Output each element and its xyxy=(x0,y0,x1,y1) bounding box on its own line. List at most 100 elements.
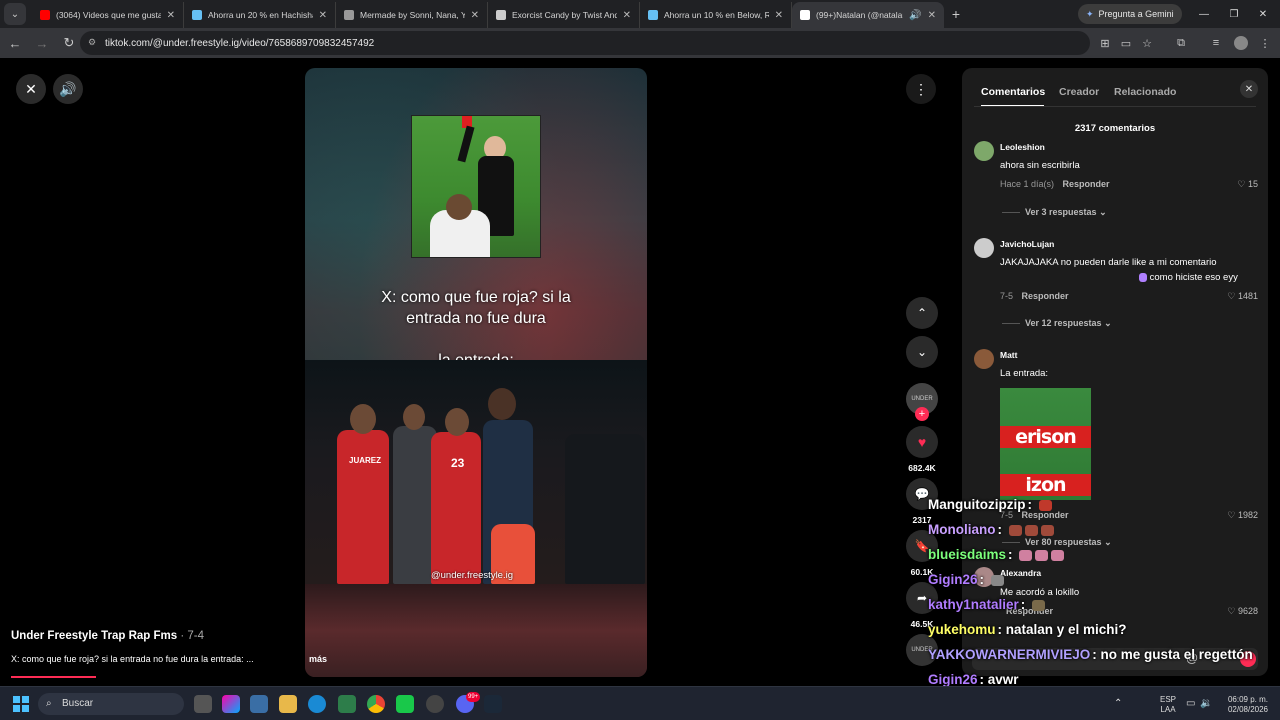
comment-image[interactable]: erison izon xyxy=(1000,388,1091,500)
task-view-icon[interactable] xyxy=(194,695,212,713)
image-banner-text: erison xyxy=(1000,426,1091,448)
avatar[interactable] xyxy=(974,238,994,258)
extensions-icon[interactable]: ⧉ xyxy=(1170,29,1192,57)
creator-name[interactable]: Under Freestyle Trap Rap Fms xyxy=(11,630,177,642)
comment-like-button[interactable]: ♡ 15 xyxy=(1237,179,1258,190)
close-tab-icon[interactable]: ✕ xyxy=(319,10,327,21)
view-replies-button[interactable]: Ver 3 respuestas ⌄ xyxy=(1002,207,1107,218)
comment-like-button[interactable]: ♡ 1481 xyxy=(1227,291,1258,302)
bandcamp-favicon-icon xyxy=(344,10,354,20)
chat-text: avwr xyxy=(987,672,1019,687)
windows-start-icon[interactable] xyxy=(13,696,29,712)
browser-tab[interactable]: Exorcist Candy by Twist And Sc ✕ xyxy=(488,2,640,28)
close-tab-icon[interactable]: ✕ xyxy=(167,10,175,21)
close-tab-icon[interactable]: ✕ xyxy=(471,10,479,21)
view-replies-button[interactable]: Ver 12 respuestas ⌄ xyxy=(1002,318,1112,329)
clock[interactable]: 06:09 p. m. 02/08/2026 xyxy=(1224,695,1272,715)
volume-icon[interactable]: 🔉 xyxy=(1200,699,1212,709)
profile-avatar[interactable] xyxy=(1230,29,1252,57)
comment-username[interactable]: Leoleshion xyxy=(1000,142,1045,152)
follow-plus-icon[interactable]: + xyxy=(915,407,929,421)
tab-comments[interactable]: Comentarios xyxy=(981,86,1045,98)
tab-related[interactable]: Relacionado xyxy=(1114,86,1176,98)
new-tab-button[interactable]: + xyxy=(944,6,968,22)
tab-title: Ahorra un 10 % en Below, Rust xyxy=(664,10,769,20)
reply-button[interactable]: Responder xyxy=(1022,291,1069,301)
comment-username[interactable]: Matt xyxy=(1000,350,1017,360)
player-head-shape xyxy=(446,194,472,220)
comment-count-label: 2317 comentarios xyxy=(1074,123,1156,134)
comment-text: JAKAJAJAKA no pueden darle like a mi com… xyxy=(1000,257,1217,268)
video-top-text: X: como que fue roja? si la entrada no f… xyxy=(381,289,571,327)
next-video-button[interactable]: ⌄ xyxy=(906,336,938,368)
browser-tab[interactable]: Ahorra un 20 % en Hachishaku ✕ xyxy=(184,2,336,28)
close-tab-icon[interactable]: ✕ xyxy=(775,10,783,21)
site-info-icon[interactable]: ⚙ xyxy=(88,37,99,48)
close-tab-icon[interactable]: ✕ xyxy=(623,10,631,21)
translate-icon[interactable]: ⊞ xyxy=(1094,29,1116,57)
browser-menu-icon[interactable]: ⋮ xyxy=(1254,29,1276,57)
close-panel-button[interactable]: ✕ xyxy=(1240,80,1258,98)
video-caption-title[interactable]: Under Freestyle Trap Rap Fms · 7-4 xyxy=(11,630,204,642)
like-count: 682.4K xyxy=(908,463,936,473)
network-icon[interactable]: ▭ xyxy=(1186,699,1195,709)
avatar[interactable] xyxy=(974,349,994,369)
close-tab-icon[interactable]: ✕ xyxy=(928,10,936,21)
browser-tab[interactable]: Mermade by Sonni, Nana, Yeup ✕ xyxy=(336,2,488,28)
copilot-icon[interactable] xyxy=(222,695,240,713)
previous-video-button[interactable]: ⌃ xyxy=(906,297,938,329)
store-icon[interactable] xyxy=(250,695,268,713)
reply-button[interactable]: Responder xyxy=(1063,179,1110,189)
tab-title: Mermade by Sonni, Nana, Yeup xyxy=(360,10,465,20)
chat-username: blueisdaims xyxy=(928,547,1007,562)
tab-creator[interactable]: Creador xyxy=(1059,86,1099,98)
browser-tab[interactable]: Ahorra un 10 % en Below, Rust ✕ xyxy=(640,2,792,28)
kick-icon[interactable] xyxy=(396,695,414,713)
media-controls-icon[interactable]: ≡ xyxy=(1205,29,1227,57)
bookmark-star-icon[interactable]: ☆ xyxy=(1136,29,1158,57)
close-window-button[interactable]: ✕ xyxy=(1246,0,1280,28)
chat-text: no me gusta el regettón xyxy=(1100,647,1253,662)
image-banner-text: izon xyxy=(1000,474,1091,496)
taskbar-search[interactable]: ⌕ Buscar xyxy=(38,693,184,715)
obs-icon[interactable] xyxy=(426,695,444,713)
back-button[interactable]: ← xyxy=(3,31,27,55)
emoji-icon xyxy=(1139,272,1147,282)
minimize-button[interactable]: — xyxy=(1187,0,1221,28)
excel-icon[interactable] xyxy=(338,695,356,713)
edge-icon[interactable] xyxy=(308,695,326,713)
gemini-button[interactable]: ✦ Pregunta a Gemini xyxy=(1078,4,1182,24)
language-indicator[interactable]: ESP LAA xyxy=(1158,695,1178,715)
comment-like-button[interactable]: ♡ 9628 xyxy=(1227,606,1258,617)
more-options-button[interactable]: ⋮ xyxy=(906,74,936,104)
tiktok-favicon-icon xyxy=(800,10,810,20)
browser-tab[interactable]: (3064) Videos que me gustan - ✕ xyxy=(32,2,184,28)
speaker-icon[interactable]: 🔊 xyxy=(909,10,921,21)
more-link[interactable]: más xyxy=(309,654,327,664)
chat-text: natalan y el michi? xyxy=(1005,622,1127,637)
cast-icon[interactable]: ▭ xyxy=(1115,29,1137,57)
comment-like-button[interactable]: ♡ 1982 xyxy=(1227,510,1258,521)
tray-overflow-icon[interactable]: ⌃ xyxy=(1114,699,1122,709)
tab-search-button[interactable]: ⌄ xyxy=(4,3,26,25)
close-video-button[interactable]: ✕ xyxy=(16,74,46,104)
browser-tab-active[interactable]: (99+)Natalan (@natalanx) | 🔊 ✕ xyxy=(792,2,944,28)
url-bar[interactable]: ⚙ tiktok.com/@under.freestyle.ig/video/7… xyxy=(80,31,1090,55)
forward-button[interactable]: → xyxy=(30,31,54,55)
comment-username[interactable]: Alexandra xyxy=(1000,568,1041,578)
like-button[interactable]: ♥ xyxy=(906,426,938,458)
volume-button[interactable]: 🔊 xyxy=(53,74,83,104)
file-explorer-icon[interactable] xyxy=(279,695,297,713)
comment-username[interactable]: JavichoLujan xyxy=(1000,239,1054,249)
emote-icon xyxy=(1038,499,1052,511)
video-player[interactable]: X: como que fue roja? si la entrada no f… xyxy=(305,68,647,677)
jersey-text: JUAREZ xyxy=(349,456,382,465)
chat-message: Gigin26: xyxy=(928,572,1004,587)
chrome-icon[interactable] xyxy=(367,695,385,713)
steam-icon[interactable] xyxy=(484,695,502,713)
video-progress-bar[interactable] xyxy=(11,676,96,678)
emote-icon xyxy=(1008,524,1022,536)
reload-button[interactable]: ↻ xyxy=(57,31,81,55)
avatar[interactable] xyxy=(974,141,994,161)
comment-like-count: 1481 xyxy=(1237,291,1258,301)
